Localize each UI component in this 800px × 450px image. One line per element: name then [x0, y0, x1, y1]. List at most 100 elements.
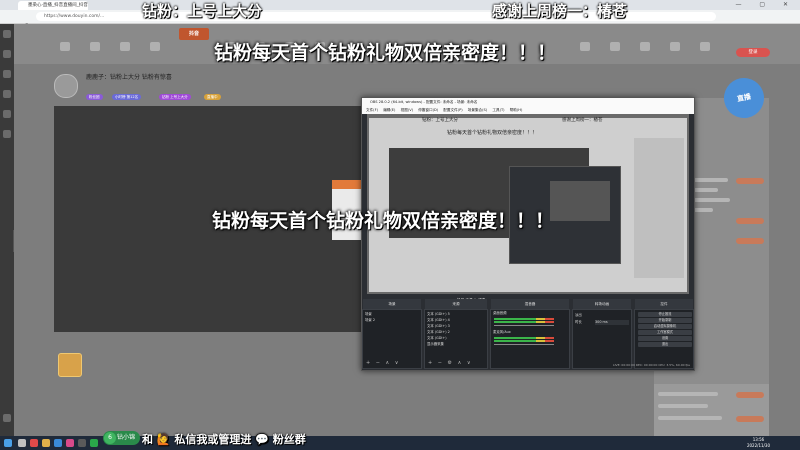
- app-icon[interactable]: [30, 439, 38, 447]
- volume-meter: [494, 337, 554, 339]
- wechat-icon[interactable]: [90, 439, 98, 447]
- start-icon[interactable]: [4, 439, 12, 447]
- app-icon[interactable]: [66, 439, 74, 447]
- obs-window: OBS 28.0.2 (64-bit, windows) - 配置文件: 未命名…: [361, 97, 695, 371]
- video-icon[interactable]: [3, 130, 11, 138]
- login-button[interactable]: 登录: [736, 48, 770, 57]
- obs-menu-bar[interactable]: 文件(F) 编辑(E) 视图(V) 停靠窗口(D) 配置文件(P) 场景集合(S…: [362, 106, 694, 114]
- home-icon[interactable]: [3, 30, 11, 38]
- transition-select[interactable]: 淡出: [575, 313, 582, 318]
- left-sidebar: [0, 24, 14, 436]
- nav-item[interactable]: [54, 42, 76, 53]
- start-recording-button[interactable]: 开始录制: [638, 318, 692, 323]
- panel-button[interactable]: [736, 178, 764, 184]
- nav-icon: [60, 42, 70, 51]
- recommend-icon[interactable]: [3, 50, 11, 58]
- chat-button[interactable]: [736, 392, 764, 398]
- volume-slider[interactable]: [494, 325, 554, 326]
- tag-pill[interactable]: 小时榜 第12名: [112, 94, 142, 100]
- source-item[interactable]: 文本 (GDI+): [427, 336, 447, 341]
- room-title: 鹿鹿子：钻粉上大分 钻粉有惊喜: [86, 74, 172, 81]
- footer-pill-number: 6: [104, 432, 116, 444]
- browser-icon[interactable]: [54, 439, 62, 447]
- search-icon[interactable]: [18, 439, 26, 447]
- nav-icon: [150, 42, 160, 51]
- mixer-dock: 混音器 桌面音频 麦克风/Aux: [490, 299, 570, 369]
- duration-label: 时长: [575, 320, 582, 324]
- overlay-caption-left: 钻粉：上号上大分: [142, 2, 263, 20]
- scene-item[interactable]: 场景: [365, 312, 372, 317]
- exit-button[interactable]: 退出: [638, 342, 692, 347]
- tag-pill[interactable]: 粉丝团: [86, 94, 103, 100]
- source-item[interactable]: 文本 (GDI+) 5: [427, 312, 450, 317]
- dock-title: 混音器: [491, 299, 569, 309]
- source-item[interactable]: 显示器采集: [427, 342, 444, 347]
- chat-line: [658, 404, 708, 408]
- follow-icon[interactable]: [3, 70, 11, 78]
- live-icon[interactable]: [3, 110, 11, 118]
- nav-item[interactable]: [604, 42, 626, 53]
- dock-title: 转场动画: [573, 299, 631, 309]
- window-controls[interactable]: — ▢ ✕: [735, 1, 796, 8]
- site-logo[interactable]: 抖音: [179, 28, 209, 40]
- source-item[interactable]: 文本 (GDI+) 4: [427, 318, 450, 323]
- tag-pill[interactable]: 直播中: [204, 94, 221, 100]
- friends-icon[interactable]: [3, 90, 11, 98]
- nav-item[interactable]: [634, 42, 656, 53]
- dock-title: 控件: [635, 299, 693, 309]
- obs-title-bar: OBS 28.0.2 (64-bit, windows) - 配置文件: 未命名…: [362, 98, 694, 106]
- preview-banner: 钻粉每天首个钻粉礼物双倍亲密度！！！: [447, 130, 538, 136]
- avatar[interactable]: [54, 74, 78, 98]
- preview-content: [369, 118, 687, 292]
- nav-item[interactable]: [694, 42, 716, 53]
- settings-button[interactable]: 设置: [638, 336, 692, 341]
- nav-item[interactable]: [144, 42, 166, 53]
- scene-item[interactable]: 场景 2: [365, 318, 375, 323]
- preview-right-column: [634, 138, 684, 278]
- source-item[interactable]: 文本 (GDI+) 3: [427, 324, 450, 329]
- browser-tab[interactable]: 墨染心·直播_抖音直播间_抖音: [18, 1, 88, 10]
- volume-meter: [494, 318, 554, 320]
- settings-icon[interactable]: [3, 414, 11, 422]
- tag-pill[interactable]: 钻粉 上号上大分: [159, 94, 191, 100]
- transitions-dock: 转场动画 淡出 时长 300 ms: [572, 299, 632, 369]
- stop-stream-button[interactable]: 停止推流: [638, 312, 692, 317]
- nav-item[interactable]: [114, 42, 136, 53]
- sources-dock: 来源 文本 (GDI+) 5 文本 (GDI+) 4 文本 (GDI+) 3 文…: [424, 299, 488, 369]
- folder-icon[interactable]: [42, 439, 50, 447]
- dock-title: 来源: [425, 299, 487, 309]
- mixer-channel-label: 桌面音频: [493, 311, 507, 315]
- overlay-banner: 钻粉每天首个钻粉礼物双倍亲密度！！！: [212, 210, 555, 232]
- obs-preview[interactable]: 钻粉：上号上大分 感谢上周榜一：椿苍 钻粉每天首个钻粉礼物双倍亲密度！！！: [367, 114, 689, 294]
- chat-button[interactable]: [736, 416, 764, 422]
- obs-docks: 场景 场景 场景 2 + − ∧ ∨ 来源 文本 (GDI+) 5 文本 (GD…: [362, 297, 694, 370]
- obs-icon[interactable]: [78, 439, 86, 447]
- panel-button[interactable]: [736, 218, 764, 224]
- nav-icon: [640, 42, 650, 51]
- nav-icon: [580, 42, 590, 51]
- nav-item[interactable]: [664, 42, 686, 53]
- volume-meter: [494, 340, 554, 342]
- volume-slider[interactable]: [494, 344, 554, 345]
- obs-status-bar: LIVE: 00:00:00 REC: 00:00:00 CPU: 3.5%, …: [612, 363, 690, 367]
- nav-icon: [670, 42, 680, 51]
- nav-icon: [120, 42, 130, 51]
- volume-meter: [494, 321, 554, 323]
- source-item[interactable]: 文本 (GDI+) 2: [427, 330, 450, 335]
- nav-item[interactable]: [84, 42, 106, 53]
- nav-item[interactable]: [574, 42, 596, 53]
- chat-line: [658, 392, 718, 396]
- streamer-info: 鹿鹿子：钻粉上大分 钻粉有惊喜 粉丝团 小时榜 第12名 钻粉 上号上大分 直播…: [54, 66, 354, 106]
- overlay-banner: 钻粉每天首个钻粉礼物双倍亲密度！！！: [214, 42, 557, 64]
- studio-mode-button[interactable]: 工作室模式: [638, 330, 692, 335]
- panel-button[interactable]: [736, 238, 764, 244]
- dock-title: 场景: [363, 299, 421, 309]
- clock-date: 2022/11/30: [746, 443, 770, 448]
- duration-input[interactable]: 300 ms: [595, 320, 629, 325]
- virtual-camera-button[interactable]: 启动虚拟摄像机: [638, 324, 692, 329]
- gift-icon[interactable]: [58, 353, 82, 377]
- nav-icon: [700, 42, 710, 51]
- taskbar-clock[interactable]: 13:56 2022/11/30: [747, 437, 770, 449]
- controls-dock: 控件 停止推流 开始录制 启动虚拟摄像机 工作室模式 设置 退出: [634, 299, 694, 369]
- nav-icon: [610, 42, 620, 51]
